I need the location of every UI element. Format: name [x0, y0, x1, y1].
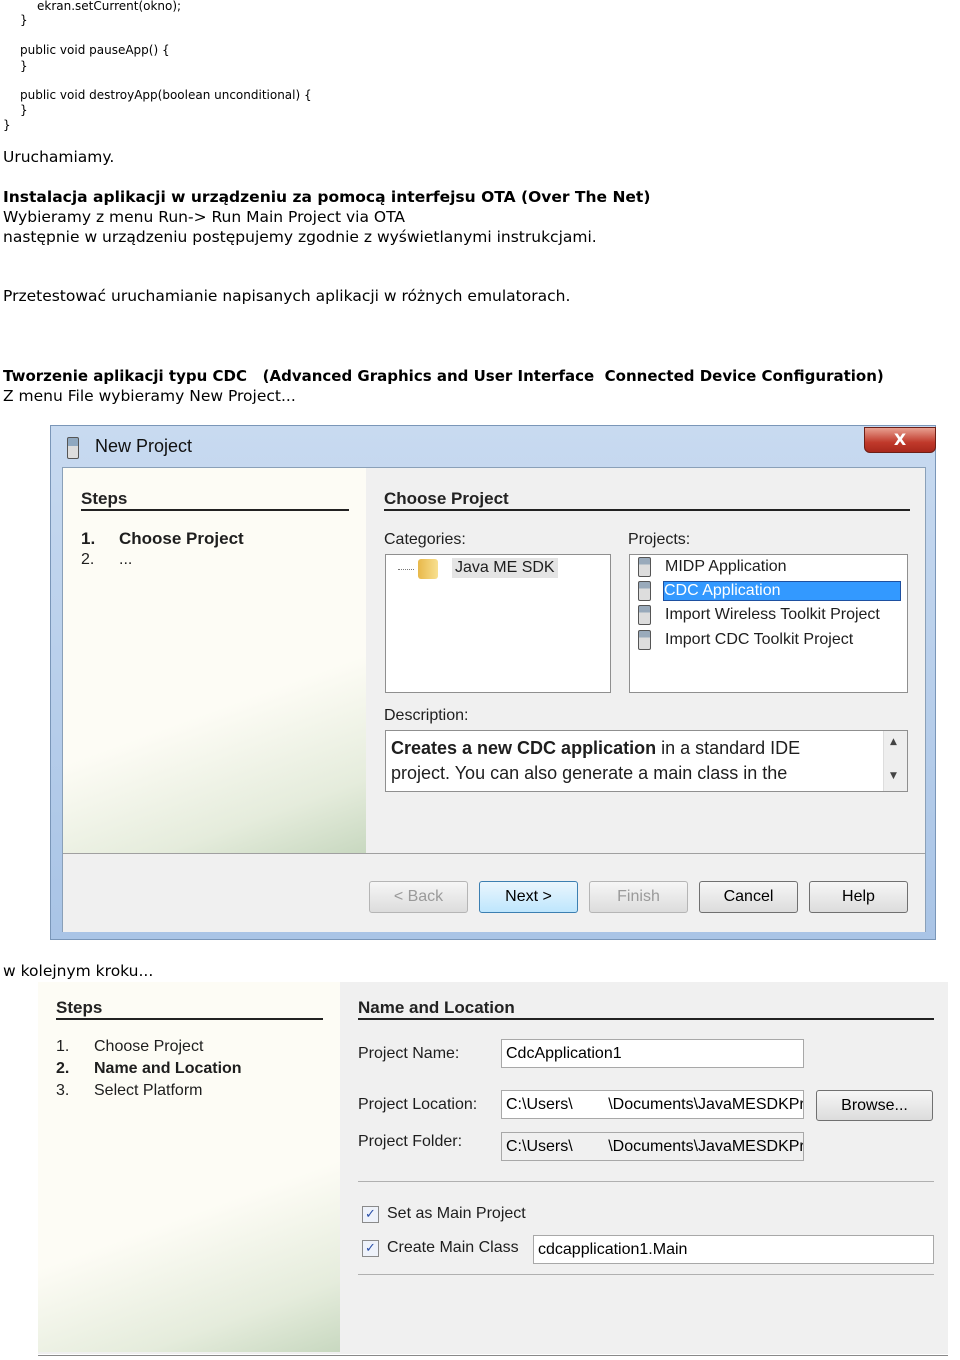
paragraph: Uruchamiamy.: [3, 148, 115, 166]
create-main-checkbox[interactable]: ✓: [362, 1240, 379, 1257]
project-item-selected[interactable]: CDC Application: [638, 581, 904, 602]
next-button[interactable]: Next >: [479, 881, 578, 913]
step-number: 1.: [56, 1038, 70, 1055]
description-text: project. You can also generate a main cl…: [391, 763, 788, 783]
phone-icon: [638, 630, 651, 650]
step-label: Select Platform: [94, 1082, 203, 1099]
paragraph: Przetestować uruchamianie napisanych apl…: [3, 287, 571, 305]
code-line: }: [20, 59, 28, 73]
scroll-down-icon[interactable]: ▼: [890, 771, 897, 781]
projects-list[interactable]: MIDP Application CDC Application Import …: [629, 554, 908, 693]
code-line: public void pauseApp() {: [20, 43, 170, 57]
paragraph: Z menu File wybieramy New Project...: [3, 387, 296, 405]
phone-icon: [67, 437, 79, 459]
section-heading: Tworzenie aplikacji typu CDC (Advanced G…: [3, 367, 884, 385]
step-label: ...: [119, 551, 133, 568]
scroll-up-icon[interactable]: ▲: [890, 737, 897, 747]
phone-icon: [638, 581, 651, 601]
project-name-label: Project Name:: [358, 1045, 460, 1062]
phone-icon: [638, 605, 651, 625]
browse-button[interactable]: Browse...: [816, 1090, 933, 1121]
name-location-dialog: Steps 1. Choose Project 2. Name and Loca…: [38, 982, 948, 1354]
project-location-input[interactable]: C:\Users\ \Documents\JavaMESDKProjects: [501, 1090, 804, 1119]
dialog-title: New Project: [95, 436, 193, 456]
description-box: Creates a new CDC application in a stand…: [385, 730, 908, 792]
cancel-button[interactable]: Cancel: [699, 881, 798, 913]
close-button[interactable]: X: [864, 427, 936, 453]
project-label: Import CDC Toolkit Project: [665, 631, 854, 649]
steps-panel: Steps 1. Choose Project 2. Name and Loca…: [38, 982, 340, 1352]
description-bold: Creates a new CDC application: [391, 738, 657, 758]
step-label: Choose Project: [119, 529, 244, 548]
description-label: Description:: [384, 707, 469, 724]
paragraph: w kolejnym kroku...: [3, 962, 154, 980]
back-button[interactable]: < Back: [369, 881, 468, 913]
paragraph: następnie w urządzeniu postępujemy zgodn…: [3, 228, 597, 246]
project-label: MIDP Application: [665, 558, 787, 576]
categories-list[interactable]: Java ME SDK: [385, 554, 611, 693]
categories-label: Categories:: [384, 531, 466, 548]
folder-icon: [418, 559, 438, 579]
finish-button[interactable]: Finish: [589, 881, 688, 913]
code-line: }: [3, 118, 11, 132]
project-name-input[interactable]: CdcApplication1: [501, 1039, 804, 1068]
project-folder-label: Project Folder:: [358, 1133, 463, 1150]
steps-heading: Steps: [56, 998, 103, 1017]
panel-heading: Name and Location: [358, 998, 515, 1017]
project-item[interactable]: MIDP Application: [638, 557, 787, 577]
set-main-checkbox[interactable]: ✓: [362, 1206, 379, 1223]
set-main-label: Set as Main Project: [387, 1205, 526, 1222]
project-folder-input: C:\Users\ \Documents\JavaMESDKProjects: [501, 1132, 804, 1161]
step-number: 2.: [56, 1060, 70, 1077]
description-text: in a standard IDE: [656, 738, 801, 758]
section-heading: Instalacja aplikacji w urządzeniu za pom…: [3, 188, 651, 206]
project-label: CDC Application: [663, 581, 901, 602]
code-line: ekran.setCurrent(okno);: [37, 0, 182, 13]
steps-panel: Steps 1. Choose Project 2. ...: [63, 468, 366, 853]
panel-heading: Choose Project: [384, 489, 509, 508]
phone-icon: [638, 557, 651, 577]
step-label: Choose Project: [94, 1038, 204, 1055]
step-label: Name and Location: [94, 1060, 242, 1077]
project-location-label: Project Location:: [358, 1096, 478, 1113]
code-line: }: [20, 13, 28, 27]
paragraph: Wybieramy z menu Run-> Run Main Project …: [3, 208, 405, 226]
projects-label: Projects:: [628, 531, 691, 548]
project-item[interactable]: Import CDC Toolkit Project: [638, 630, 853, 650]
scrollbar[interactable]: ▲ ▼: [883, 731, 907, 791]
step-number: 3.: [56, 1082, 70, 1099]
help-button[interactable]: Help: [809, 881, 908, 913]
code-line: public void destroyApp(boolean unconditi…: [20, 88, 312, 102]
project-item[interactable]: Import Wireless Toolkit Project: [638, 605, 880, 625]
create-main-label: Create Main Class: [387, 1239, 519, 1256]
code-line: }: [20, 103, 28, 117]
step-number: 2.: [81, 551, 95, 568]
new-project-dialog: New Project X Steps 1. Choose Project 2.…: [50, 425, 936, 940]
project-label: Import Wireless Toolkit Project: [665, 606, 880, 624]
main-class-input[interactable]: cdcapplication1.Main: [533, 1235, 934, 1264]
steps-heading: Steps: [81, 489, 128, 508]
category-item[interactable]: Java ME SDK: [452, 558, 558, 578]
step-number: 1.: [81, 529, 96, 548]
